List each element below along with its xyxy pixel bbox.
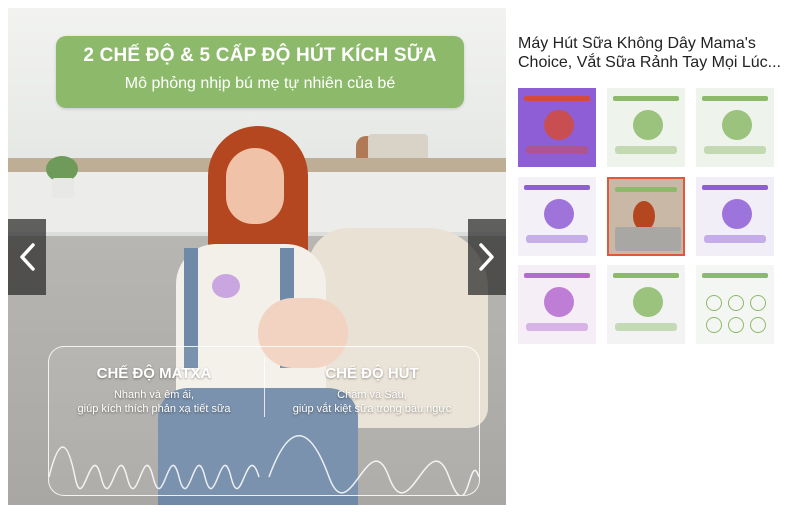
modes-divider <box>264 357 265 417</box>
product-image-viewer: 2 CHẾ ĐỘ & 5 CẤP ĐỘ HÚT KÍCH SỮA Mô phỏn… <box>8 8 506 505</box>
suction-mode-title: CHẾ ĐỘ HÚT <box>325 365 419 382</box>
banner-subtitle: Mô phỏng nhịp bú mẹ tự nhiên của bé <box>124 75 396 92</box>
thumbnail-4[interactable] <box>518 177 596 256</box>
massage-mode-title: CHẾ ĐỘ MATXA <box>96 365 212 382</box>
chevron-left-icon <box>20 243 35 271</box>
next-image-button[interactable] <box>468 219 506 295</box>
previous-image-button[interactable] <box>8 219 46 295</box>
massage-mode-description: Nhanh và êm ái, giúp kích thích phản xạ … <box>77 389 231 415</box>
suction-mode-description: Chậm và Sâu, giúp vắt kiệt sữa trong bầu… <box>292 389 452 415</box>
thumbnail-5[interactable] <box>607 177 685 256</box>
banner-title: 2 CHẾ ĐỘ & 5 CẤP ĐỘ HÚT KÍCH SỮA <box>83 45 437 66</box>
thumbnail-7[interactable] <box>518 265 596 344</box>
mother-face <box>226 148 284 224</box>
thumbnail-8[interactable] <box>607 265 685 344</box>
massage-mode: CHẾ ĐỘ MATXA Nhanh và êm ái, giúp kích t… <box>49 365 259 416</box>
feature-banner: 2 CHẾ ĐỘ & 5 CẤP ĐỘ HÚT KÍCH SỮA Mô phỏn… <box>56 36 464 108</box>
thumbnail-9[interactable] <box>696 265 774 344</box>
thumbnail-2[interactable] <box>607 88 685 167</box>
thumbnail-3[interactable] <box>696 88 774 167</box>
thumbnail-6[interactable] <box>696 177 774 256</box>
breast-pump <box>212 274 240 298</box>
modes-panel: CHẾ ĐỘ MATXA Nhanh và êm ái, giúp kích t… <box>48 346 480 496</box>
suction-wave-graphic <box>49 435 479 495</box>
chevron-right-icon <box>479 243 494 271</box>
thumbnail-1[interactable] <box>518 88 596 167</box>
suction-mode: CHẾ ĐỘ HÚT Chậm và Sâu, giúp vắt kiệt sữ… <box>267 365 477 416</box>
product-title: Máy Hút Sữa Không Dây Mama's Choice, Vắt… <box>518 35 781 71</box>
